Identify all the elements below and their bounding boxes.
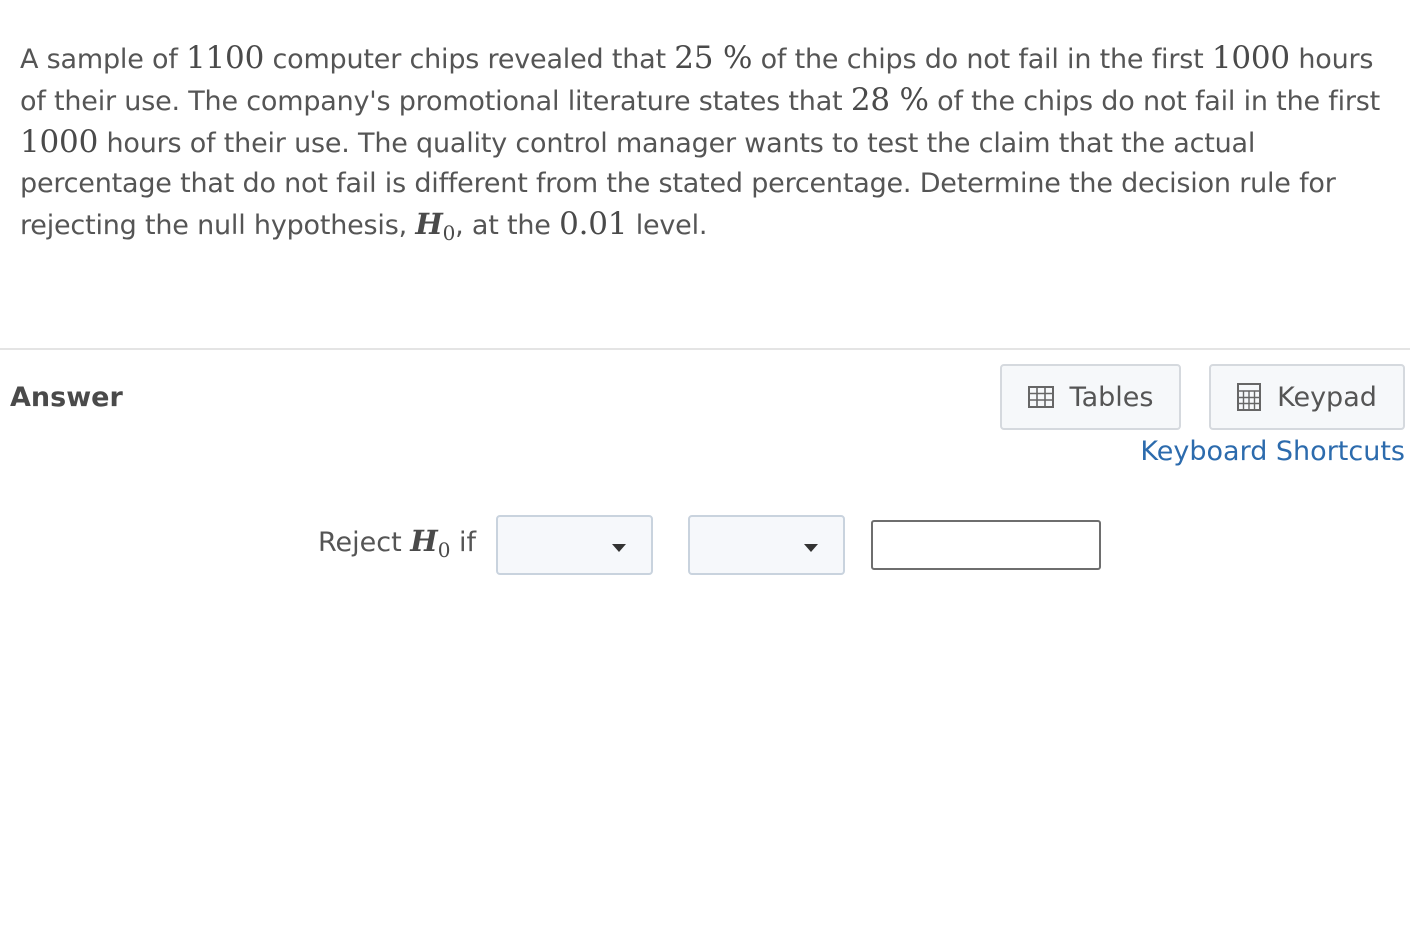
null-hypothesis-symbol: H0 bbox=[415, 207, 455, 245]
tables-button-label: Tables bbox=[1069, 381, 1154, 413]
question-text-part: computer chips revealed that bbox=[264, 44, 675, 75]
keypad-button-label: Keypad bbox=[1277, 381, 1377, 413]
keypad-button[interactable]: Keypad bbox=[1209, 364, 1405, 430]
question-text-part: of the chips do not fail in the first bbox=[928, 86, 1381, 117]
question-text-part: , at the bbox=[455, 210, 560, 241]
comparison-operator-dropdown[interactable] bbox=[688, 515, 845, 575]
claimed-percent-value: 28 % bbox=[850, 82, 929, 118]
hypothesis-letter: H bbox=[415, 207, 443, 241]
critical-value-input[interactable] bbox=[871, 520, 1101, 570]
answer-heading: Answer bbox=[10, 382, 123, 413]
question-text-part: of the chips do not fail in the first bbox=[752, 44, 1212, 75]
hours-value: 1000 bbox=[20, 124, 99, 160]
question-text-part: level. bbox=[627, 210, 708, 241]
question-text: A sample of 1100 computer chips revealed… bbox=[20, 38, 1395, 253]
observed-percent-value: 25 % bbox=[674, 40, 753, 76]
significance-level-value: 0.01 bbox=[559, 206, 628, 242]
tables-button[interactable]: Tables bbox=[1000, 364, 1181, 430]
calculator-icon bbox=[1237, 383, 1262, 411]
test-statistic-dropdown[interactable] bbox=[496, 515, 653, 575]
hours-value: 1000 bbox=[1211, 40, 1290, 76]
chip-count-value: 1100 bbox=[186, 40, 265, 76]
reject-prefix-label: Reject bbox=[318, 527, 411, 558]
keyboard-shortcuts-link[interactable]: Keyboard Shortcuts bbox=[1140, 436, 1405, 467]
caret-down-icon bbox=[612, 544, 626, 552]
hypothesis-subscript: 0 bbox=[437, 538, 451, 562]
null-hypothesis-symbol: H0 bbox=[410, 524, 450, 562]
table-grid-icon bbox=[1027, 386, 1054, 408]
reject-statement: Reject H0 if bbox=[318, 524, 476, 562]
question-text-part: A sample of bbox=[20, 44, 187, 75]
section-divider bbox=[0, 348, 1410, 350]
hypothesis-letter: H bbox=[410, 524, 438, 558]
caret-down-icon bbox=[804, 544, 818, 552]
hypothesis-subscript: 0 bbox=[442, 221, 456, 245]
reject-suffix-label: if bbox=[450, 527, 477, 558]
